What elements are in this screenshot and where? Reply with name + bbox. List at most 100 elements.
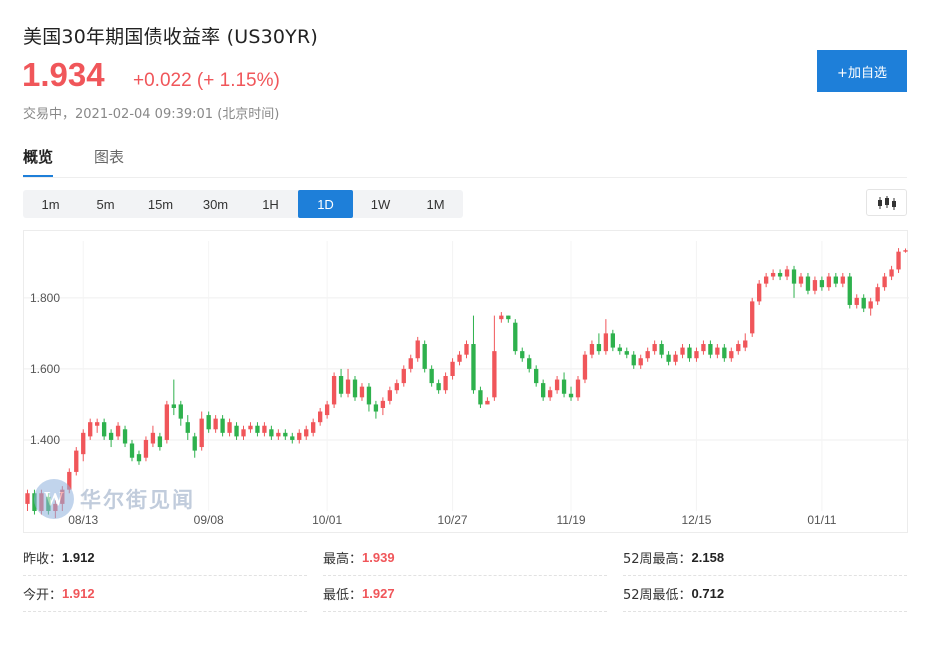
candle-body xyxy=(701,344,706,352)
period-5m[interactable]: 5m xyxy=(78,190,133,218)
period-1m[interactable]: 1m xyxy=(23,190,78,218)
candle-body xyxy=(88,422,93,437)
candle-body xyxy=(241,429,246,437)
candle-body xyxy=(889,269,894,277)
price-chart[interactable]: 1.400 1.600 1.800 08/13 09/08 10/01 10/27 11/19… xyxy=(23,230,909,533)
stat-label: 最高： xyxy=(323,552,363,567)
period-1d[interactable]: 1D xyxy=(298,190,353,218)
period-1h[interactable]: 1H xyxy=(243,190,298,218)
candle-body xyxy=(659,344,664,355)
candle-body xyxy=(157,436,163,448)
candle-body xyxy=(213,418,218,430)
candle-body xyxy=(318,411,323,423)
candle-body xyxy=(666,354,671,362)
stat-value: 1.912 xyxy=(62,550,95,565)
candle-body xyxy=(227,422,232,433)
candle-body xyxy=(304,429,309,437)
candle-body xyxy=(854,297,859,305)
candlestick-icon xyxy=(877,195,896,210)
candle-body xyxy=(373,404,379,412)
candle-body xyxy=(631,354,636,366)
candle-body xyxy=(164,404,170,440)
candle-body xyxy=(624,351,629,355)
candle-body xyxy=(394,383,399,391)
candle-body xyxy=(366,386,372,405)
period-1mo[interactable]: 1M xyxy=(408,190,463,218)
candle-body xyxy=(875,287,880,302)
watermark-logo-icon: W xyxy=(34,479,74,519)
candle-body xyxy=(457,354,462,362)
candle-body xyxy=(199,418,204,448)
candle-body xyxy=(276,432,281,437)
candle-body xyxy=(805,276,811,291)
candle-body xyxy=(506,315,511,320)
candle-body xyxy=(248,425,253,430)
candle-body xyxy=(408,358,413,369)
stat-label: 52周最低： xyxy=(623,588,692,603)
candle-body xyxy=(415,340,420,359)
candle-body xyxy=(95,422,100,426)
candle-body xyxy=(715,347,720,355)
candle-body xyxy=(513,322,518,352)
candle-body xyxy=(534,368,539,384)
candle-body xyxy=(122,429,128,444)
stat-prev-close: 昨收： 1.912 xyxy=(23,540,307,576)
chart-type-button[interactable] xyxy=(866,189,907,216)
stat-high: 最高： 1.939 xyxy=(323,540,607,576)
candle-body xyxy=(520,351,525,359)
candle-body xyxy=(777,272,783,277)
candle-body xyxy=(352,379,358,398)
tab-bar: 概览 图表 xyxy=(23,146,907,178)
stat-value: 1.927 xyxy=(362,586,395,601)
stat-label: 昨收： xyxy=(23,552,63,567)
stat-value: 2.158 xyxy=(691,550,725,565)
candle-body xyxy=(422,344,427,369)
period-1w[interactable]: 1W xyxy=(353,190,408,218)
candle-body xyxy=(311,422,316,433)
candle-body xyxy=(345,379,351,394)
candle-body xyxy=(527,358,532,369)
candle-body xyxy=(150,432,156,444)
candle-body xyxy=(673,354,678,362)
stat-value: 1.912 xyxy=(62,586,95,601)
candle-body xyxy=(108,432,114,440)
candle-body xyxy=(833,276,838,284)
candle-body xyxy=(185,422,190,433)
candle-body xyxy=(464,344,469,355)
add-watchlist-button[interactable]: +加自选 xyxy=(817,50,907,92)
candle-body xyxy=(791,269,797,284)
stat-open: 今开： 1.912 xyxy=(23,576,307,612)
candle-body xyxy=(840,276,845,284)
period-30m[interactable]: 30m xyxy=(188,190,243,218)
candle-body xyxy=(283,432,288,437)
candle-body xyxy=(471,344,476,391)
candle-body xyxy=(136,454,142,462)
candle-body xyxy=(262,425,267,433)
candle-body xyxy=(645,351,650,359)
current-price: 1.934 xyxy=(22,56,105,93)
stat-label: 52周最高： xyxy=(623,552,692,567)
candle-body xyxy=(903,250,908,252)
candle-body xyxy=(74,450,79,472)
period-15m[interactable]: 15m xyxy=(133,190,188,218)
candle-body xyxy=(269,429,274,437)
page-title: 美国30年期国债收益率 (US30YR) xyxy=(23,26,318,48)
x-tick-label: 12/15 xyxy=(681,513,711,527)
candle-body xyxy=(882,276,887,288)
tab-chart[interactable]: 图表 xyxy=(94,146,124,175)
candle-body xyxy=(81,432,86,455)
stat-value: 0.712 xyxy=(691,586,725,601)
candle-body xyxy=(540,383,546,398)
candle-body xyxy=(694,351,699,359)
candle-body xyxy=(575,379,581,398)
y-tick-label: 1.400 xyxy=(30,433,60,447)
tab-overview[interactable]: 概览 xyxy=(23,146,54,177)
candle-body xyxy=(478,390,483,405)
stat-low: 最低： 1.927 xyxy=(323,576,607,612)
candle-body xyxy=(847,276,852,305)
candle-body xyxy=(729,351,734,359)
candle-body xyxy=(380,400,386,408)
candle-body xyxy=(561,379,567,394)
candle-body xyxy=(554,379,560,391)
candle-body xyxy=(743,340,748,348)
